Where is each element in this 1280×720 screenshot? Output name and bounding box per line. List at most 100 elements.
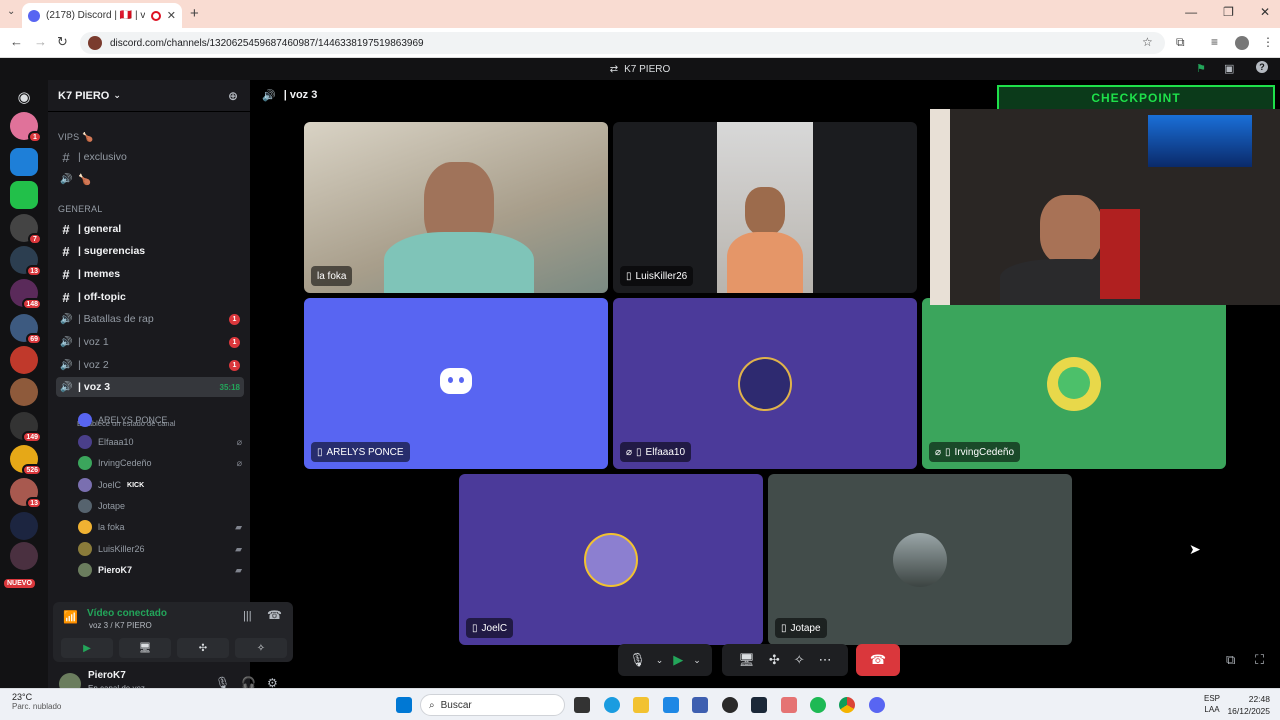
video-tile[interactable]: ▯ Jotape [768,474,1072,645]
server-icon[interactable]: 13 [10,478,42,509]
help-icon[interactable]: ? [1256,61,1268,73]
channel-batallas-de-rap[interactable]: 🔊 | Batallas de rap 1 [56,309,244,329]
server-icon[interactable] [10,512,38,540]
steam-icon[interactable] [751,697,767,713]
site-info-icon[interactable] [88,36,102,50]
server-icon[interactable] [10,148,38,176]
server-icon[interactable] [10,181,38,209]
edge-browser-icon[interactable] [604,697,620,713]
store-icon[interactable] [663,697,679,713]
channel-memes[interactable]: # | memes [56,264,244,284]
channel-sugerencias[interactable]: # | sugerencias [56,241,244,261]
disconnect-button[interactable]: ☎ [856,644,900,676]
minimize-button[interactable]: — [1185,5,1197,19]
server-icon[interactable]: 149 [10,412,42,443]
mic-icon[interactable]: 🎙 [629,652,646,668]
voice-member[interactable]: ARELYS PONCE [78,411,242,429]
channel-general[interactable]: # | general [56,219,244,239]
start-button-icon[interactable] [396,697,412,713]
media-icon[interactable]: ≡ [1211,35,1218,49]
pop-out-icon[interactable]: ⧉ [1226,652,1235,668]
server-icon[interactable]: 148 [10,279,42,310]
category-general[interactable]: GENERAL [58,204,102,214]
language-indicator[interactable]: ESP LAA [1204,693,1220,715]
video-tile[interactable]: ⌀ ▯ IrvingCedeño [922,298,1226,469]
soundboard-icon[interactable]: ✧ [794,652,805,668]
voice-member[interactable]: Elfaaa10 ⌀ [78,433,242,451]
soundboard-button[interactable]: ✧ [235,638,287,658]
server-icon[interactable]: 526 [10,445,42,476]
camera-icon[interactable]: ▶ [673,652,683,668]
screen-share-icon[interactable]: 🖥 [738,652,755,668]
camera-button[interactable]: ▶ [61,638,113,658]
close-tab-icon[interactable]: ✕ [167,9,176,22]
channel-voz-3[interactable]: 🔊 | voz 3 35:18 [56,377,244,397]
profile-avatar[interactable] [1235,36,1249,50]
server-icon[interactable] [10,378,38,406]
video-tile[interactable]: ▯ ARELYS PONCE [304,298,608,469]
category-vips[interactable]: VIPS 🍗 [58,132,93,143]
server-icon[interactable]: 13 [10,246,42,277]
channel-off-topic[interactable]: # | off-topic [56,287,244,307]
chevron-down-icon[interactable]: ⌄ [693,655,701,666]
voice-member[interactable]: Jotape [78,497,242,515]
file-explorer-icon[interactable] [633,697,649,713]
server-header[interactable]: K7 PIERO ⌄ ⊕ [48,80,250,112]
server-icon[interactable]: 1 [10,112,42,143]
screen-share-button[interactable]: 🖥 [119,638,171,658]
activities-icon[interactable]: ✣ [769,652,780,668]
server-icon[interactable] [10,346,38,374]
bookmark-star-icon[interactable]: ☆ [1142,35,1153,49]
video-tile[interactable]: ▯ JoelC [459,474,763,645]
app-icon[interactable] [781,697,797,713]
discord-home-icon[interactable]: ◉ [10,84,38,112]
close-window-button[interactable]: ✕ [1260,5,1270,19]
extensions-icon[interactable]: ⧉ [1176,35,1185,50]
menu-icon[interactable]: ⋮ [1262,35,1274,49]
inbox-icon[interactable]: ▣ [1224,62,1234,75]
tab-list-icon[interactable]: ⌄ [7,6,15,17]
video-tile[interactable]: ▯ LuisKiller26 [613,122,917,293]
taskbar-search[interactable]: ⌕ Buscar [420,694,565,716]
voice-member[interactable]: la foka ▰ [78,518,242,536]
task-view-icon[interactable] [574,697,590,713]
voice-member[interactable]: JoelC KICK [78,476,242,494]
forward-icon[interactable]: → [34,34,47,49]
chrome-icon[interactable] [839,697,855,713]
disconnect-icon[interactable]: ☎ [267,608,282,622]
app-icon[interactable] [722,697,738,713]
activities-button[interactable]: ✣ [177,638,229,658]
video-tile[interactable]: la foka [304,122,608,293]
system-clock[interactable]: 22:48 16/12/2025 [1227,693,1270,717]
new-tab-button[interactable]: + [190,5,199,22]
weather-widget[interactable]: 23°C Parc. nublado [12,692,61,711]
server-icon[interactable]: 7 [10,214,42,245]
video-tile[interactable]: ⌀ ▯ Elfaaa10 [613,298,917,469]
server-icon[interactable] [10,542,38,570]
url-field[interactable]: discord.com/channels/1320625459687460987… [80,32,1165,54]
channel-voz-1[interactable]: 🔊 | voz 1 1 [56,332,244,352]
voice-member[interactable]: PieroK7 ▰ [78,561,242,579]
fullscreen-icon[interactable]: ⛶ [1255,652,1264,668]
discord-icon[interactable] [869,697,885,713]
server-icon[interactable]: 69 [10,314,42,345]
channel-exclusivo[interactable]: # | exclusivo [56,147,244,167]
outlook-icon[interactable] [692,697,708,713]
signal-icon[interactable]: 📶 [63,610,78,624]
reload-icon[interactable]: ↻ [57,34,68,50]
voice-member[interactable]: LuisKiller26 ▰ [78,540,242,558]
chevron-down-icon[interactable]: ⌄ [656,655,664,666]
more-options-icon[interactable]: ⋯ [819,652,832,668]
spotify-icon[interactable] [810,697,826,713]
maximize-button[interactable]: ❐ [1223,5,1234,19]
back-icon[interactable]: ← [10,34,23,49]
voice-member[interactable]: IrvingCedeño ⌀ [78,454,242,472]
webcam-overlay [930,109,1280,305]
invite-icon[interactable]: ⊕ [228,89,238,103]
flag-icon[interactable]: ⚑ [1196,62,1206,75]
channel-voz-2[interactable]: 🔊 | voz 2 1 [56,355,244,375]
browser-tab[interactable]: (2178) Discord | 🇵🇪 | voz 3 ✕ [22,3,182,28]
voice-location[interactable]: voz 3 / K7 PIERO [89,621,152,630]
channel-voice-vip[interactable]: 🔊 🍗 [56,169,244,189]
noise-suppression-icon[interactable]: ||| [243,610,252,622]
